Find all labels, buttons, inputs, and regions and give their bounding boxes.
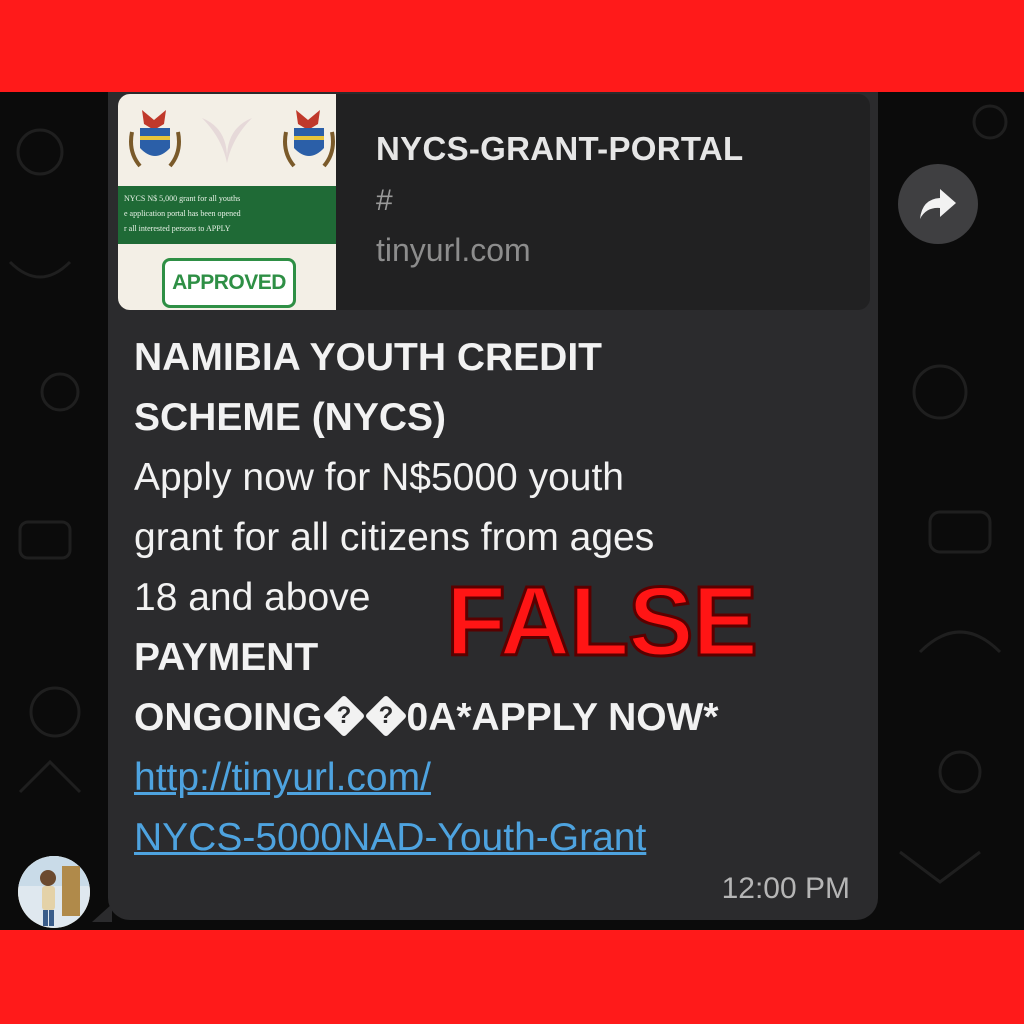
ongoing-suffix: 0A*APPLY NOW* [406, 696, 719, 739]
coat-of-arms-right-icon [283, 110, 335, 168]
message-timestamp: 12:00 PM [721, 872, 850, 905]
forward-arrow-icon [920, 189, 956, 219]
thumbnail-banner: NYCS N$ 5,000 grant for all youths e app… [118, 186, 336, 244]
message-link-part-2[interactable]: NYCS-5000NAD-Youth-Grant [134, 816, 646, 859]
replacement-char-icon: ? [364, 694, 407, 737]
replacement-char-glyph: ? [378, 701, 393, 729]
dove-watermark-icon [202, 118, 252, 163]
red-frame-bottom [0, 930, 1024, 1024]
message-heading-line: SCHEME (NYCS) [134, 396, 447, 439]
red-frame-top [0, 0, 1024, 92]
avatar-photo [18, 856, 90, 928]
message-bubble: NYCS N$ 5,000 grant for all youths e app… [108, 92, 878, 920]
message-link-line: http://tinyurl.com/ [134, 748, 874, 808]
ongoing-line: ONGOING?? 0A*APPLY NOW* [134, 688, 874, 748]
ongoing-prefix: ONGOING [134, 696, 323, 739]
link-preview-card[interactable]: NYCS N$ 5,000 grant for all youths e app… [118, 94, 870, 310]
link-preview-domain: tinyurl.com [376, 232, 531, 268]
message-body-line: grant for all citizens from ages [134, 516, 655, 559]
approved-stamp-text: APPROVED [172, 271, 286, 294]
thumbnail-banner-line: e application portal has been opened [124, 209, 241, 218]
message-link-line: NYCS-5000NAD-Youth-Grant [134, 808, 874, 868]
message-heading-line: NAMIBIA YOUTH CREDIT [134, 336, 602, 379]
user-avatar[interactable] [18, 856, 90, 928]
replacement-char-icon: ? [322, 694, 365, 737]
message-body-line: Apply now for N$5000 youth [134, 456, 624, 499]
link-preview-thumbnail: NYCS N$ 5,000 grant for all youths e app… [118, 94, 336, 310]
thumbnail-banner-line: NYCS N$ 5,000 grant for all youths [124, 194, 241, 203]
forward-button[interactable] [898, 164, 978, 244]
replacement-char-glyph: ? [336, 701, 351, 729]
link-preview-title: NYCS-GRANT-PORTAL [376, 130, 744, 167]
false-verdict-overlay: FALSE [445, 566, 760, 676]
approved-stamp: APPROVED [162, 258, 296, 308]
chat-area: NYCS N$ 5,000 grant for all youths e app… [0, 92, 1024, 930]
message-link-part-1[interactable]: http://tinyurl.com/ [134, 756, 431, 799]
thumbnail-banner-line: r all interested persons to APPLY [124, 224, 231, 233]
coat-of-arms-left-icon [129, 110, 181, 168]
link-preview-description: # [376, 184, 393, 217]
